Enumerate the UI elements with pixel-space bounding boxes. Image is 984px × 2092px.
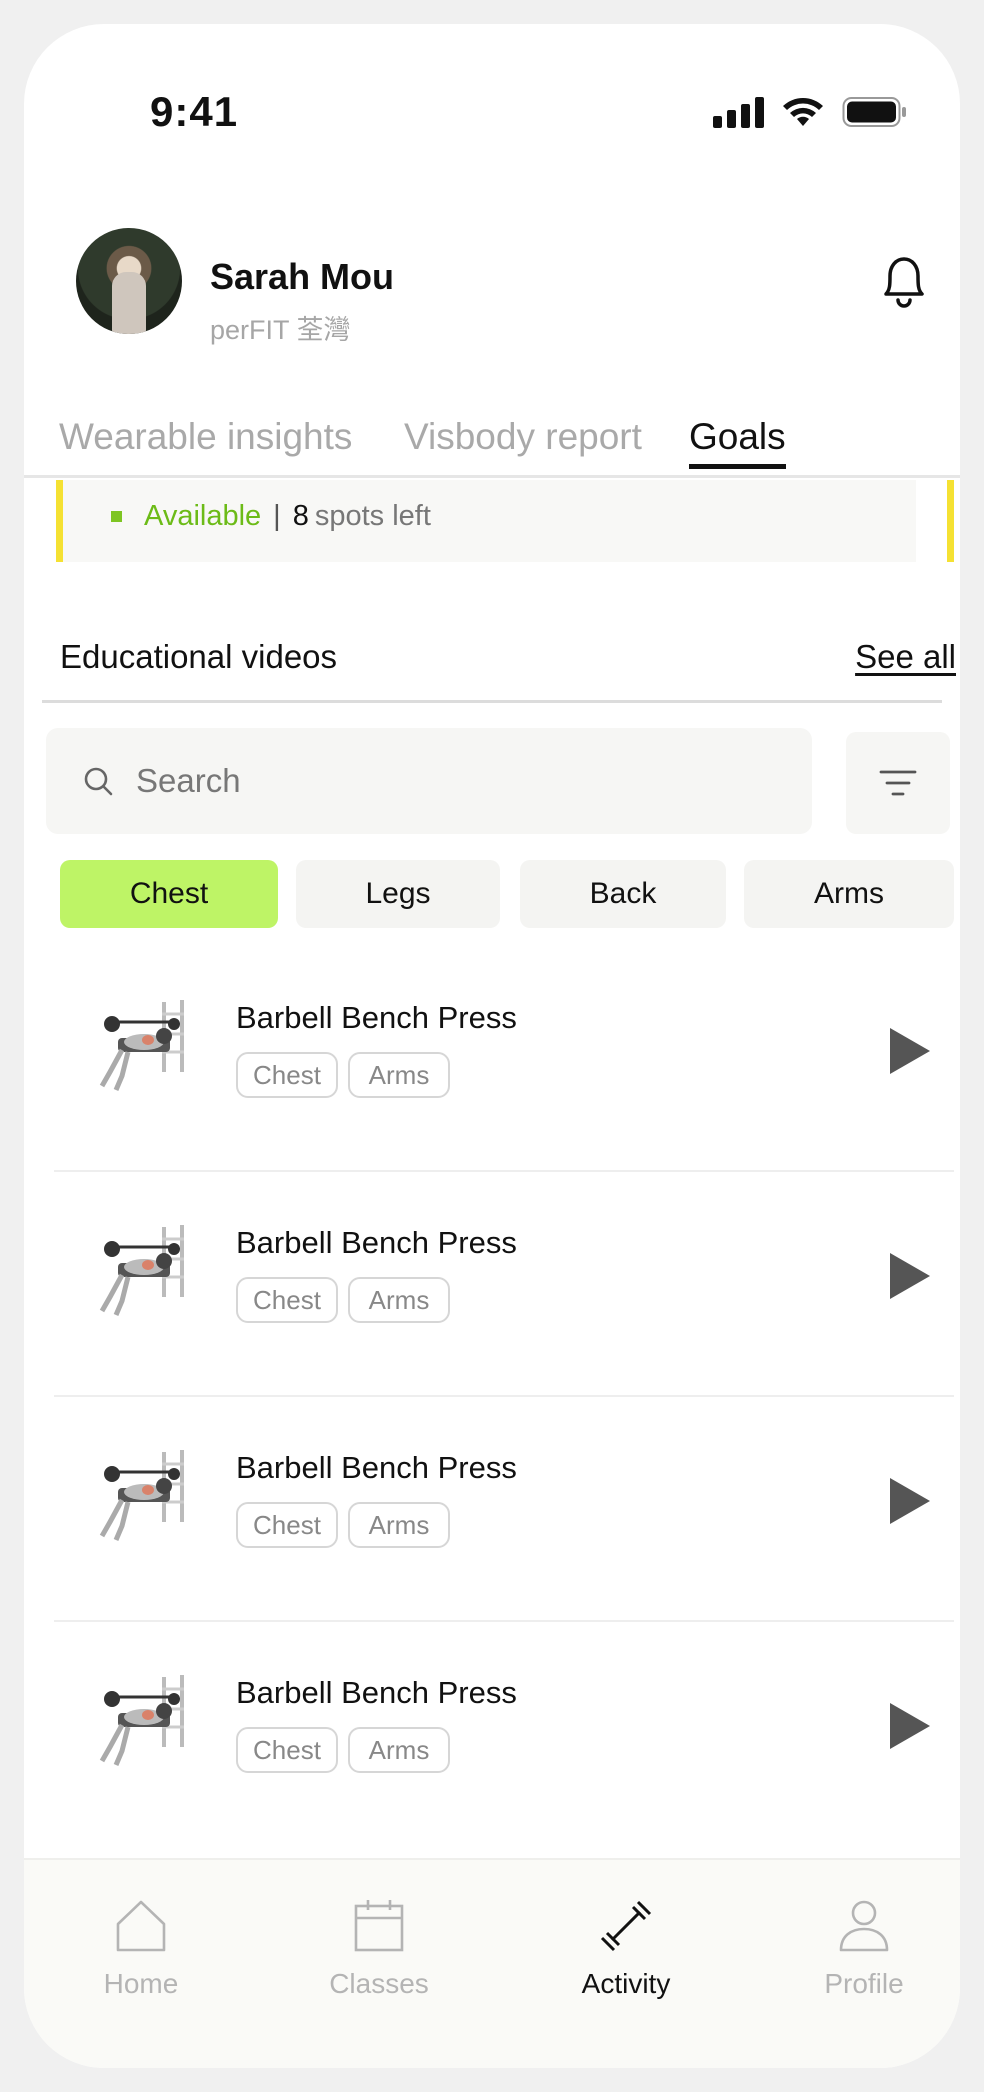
chip-legs[interactable]: Legs: [296, 860, 500, 928]
row-divider: [54, 1170, 954, 1172]
video-item[interactable]: Barbell Bench Press Chest Arms: [54, 1173, 954, 1397]
bench-press-thumbnail: [99, 1450, 184, 1541]
battery-icon: [842, 97, 906, 127]
bench-press-thumbnail: [99, 1675, 184, 1766]
video-item[interactable]: Barbell Bench Press Chest Arms: [54, 1398, 954, 1622]
tab-wearable-insights[interactable]: Wearable insights: [59, 416, 352, 458]
avatar[interactable]: [76, 228, 182, 334]
video-title: Barbell Bench Press: [236, 1225, 517, 1260]
user-name: Sarah Mou: [210, 256, 395, 297]
see-all-link[interactable]: See all: [855, 638, 956, 676]
availability-card[interactable]: Available | 8 spots left: [56, 480, 916, 562]
tag-arms: Arms: [348, 1727, 450, 1773]
status-dot: [111, 511, 122, 522]
search-input[interactable]: [136, 762, 736, 800]
tag-arms: Arms: [348, 1052, 450, 1098]
play-icon[interactable]: [890, 1478, 930, 1524]
nav-profile-label: Profile: [824, 1968, 904, 1999]
wifi-icon: [783, 98, 823, 126]
filter-button[interactable]: [846, 732, 950, 834]
search-bar[interactable]: [46, 728, 812, 834]
nav-profile[interactable]: Profile: [764, 1860, 960, 2020]
nav-classes-label: Classes: [329, 1968, 429, 1999]
chip-chest[interactable]: Chest: [60, 860, 278, 928]
availability-status: Available: [144, 500, 262, 532]
dumbbell-icon: [600, 1900, 652, 1952]
chip-arms[interactable]: Arms: [744, 860, 954, 928]
availability-separator: |: [273, 500, 281, 532]
tab-visbody-report[interactable]: Visbody report: [404, 416, 642, 458]
tag-arms: Arms: [348, 1277, 450, 1323]
user-gym: perFIT 荃灣: [210, 315, 351, 345]
highlight-bar: [947, 480, 954, 562]
video-title: Barbell Bench Press: [236, 1000, 517, 1035]
spots-label: spots left: [314, 500, 431, 532]
filter-icon: [879, 770, 917, 796]
tag-arms: Arms: [348, 1502, 450, 1548]
nav-activity[interactable]: Activity: [526, 1860, 726, 2020]
spots-count: 8: [292, 500, 309, 532]
video-title: Barbell Bench Press: [236, 1675, 517, 1710]
row-divider: [54, 1395, 954, 1397]
nav-home[interactable]: Home: [41, 1860, 241, 2020]
calendar-icon: [354, 1900, 404, 1952]
section-title: Educational videos: [60, 638, 338, 675]
search-icon: [84, 767, 113, 796]
tag-chest: Chest: [236, 1052, 338, 1098]
nav-activity-label: Activity: [581, 1968, 671, 1999]
status-icons: [713, 96, 908, 128]
play-icon[interactable]: [890, 1703, 930, 1749]
nav-home-label: Home: [103, 1968, 179, 1999]
video-item[interactable]: Barbell Bench Press Chest Arms: [54, 948, 954, 1172]
bench-press-thumbnail: [99, 1225, 184, 1316]
play-icon[interactable]: [890, 1028, 930, 1074]
availability-row: Available | 8 spots left: [111, 500, 431, 533]
phone-screen: 9:41 Sarah Mou perFIT 荃灣 Wearable insigh…: [24, 24, 960, 2068]
bell-icon[interactable]: [876, 250, 932, 310]
bottom-nav: Home Classes Activity Profile: [24, 1858, 960, 2068]
video-title: Barbell Bench Press: [236, 1450, 517, 1485]
tag-chest: Chest: [236, 1502, 338, 1548]
section-divider: [42, 700, 942, 703]
status-time: 9:41: [150, 88, 239, 135]
nav-classes[interactable]: Classes: [279, 1860, 479, 2020]
tag-chest: Chest: [236, 1727, 338, 1773]
chip-back[interactable]: Back: [520, 860, 726, 928]
bench-press-thumbnail: [99, 1000, 184, 1091]
signal-icon: [713, 96, 764, 128]
video-item[interactable]: Barbell Bench Press Chest Arms: [54, 1623, 954, 1847]
tag-chest: Chest: [236, 1277, 338, 1323]
row-divider: [54, 1620, 954, 1622]
tab-bar: Wearable insights Visbody report Goals: [24, 416, 960, 478]
play-icon[interactable]: [890, 1253, 930, 1299]
person-icon: [839, 1900, 889, 1952]
home-icon: [116, 1900, 166, 1952]
tab-goals[interactable]: Goals: [689, 416, 786, 469]
